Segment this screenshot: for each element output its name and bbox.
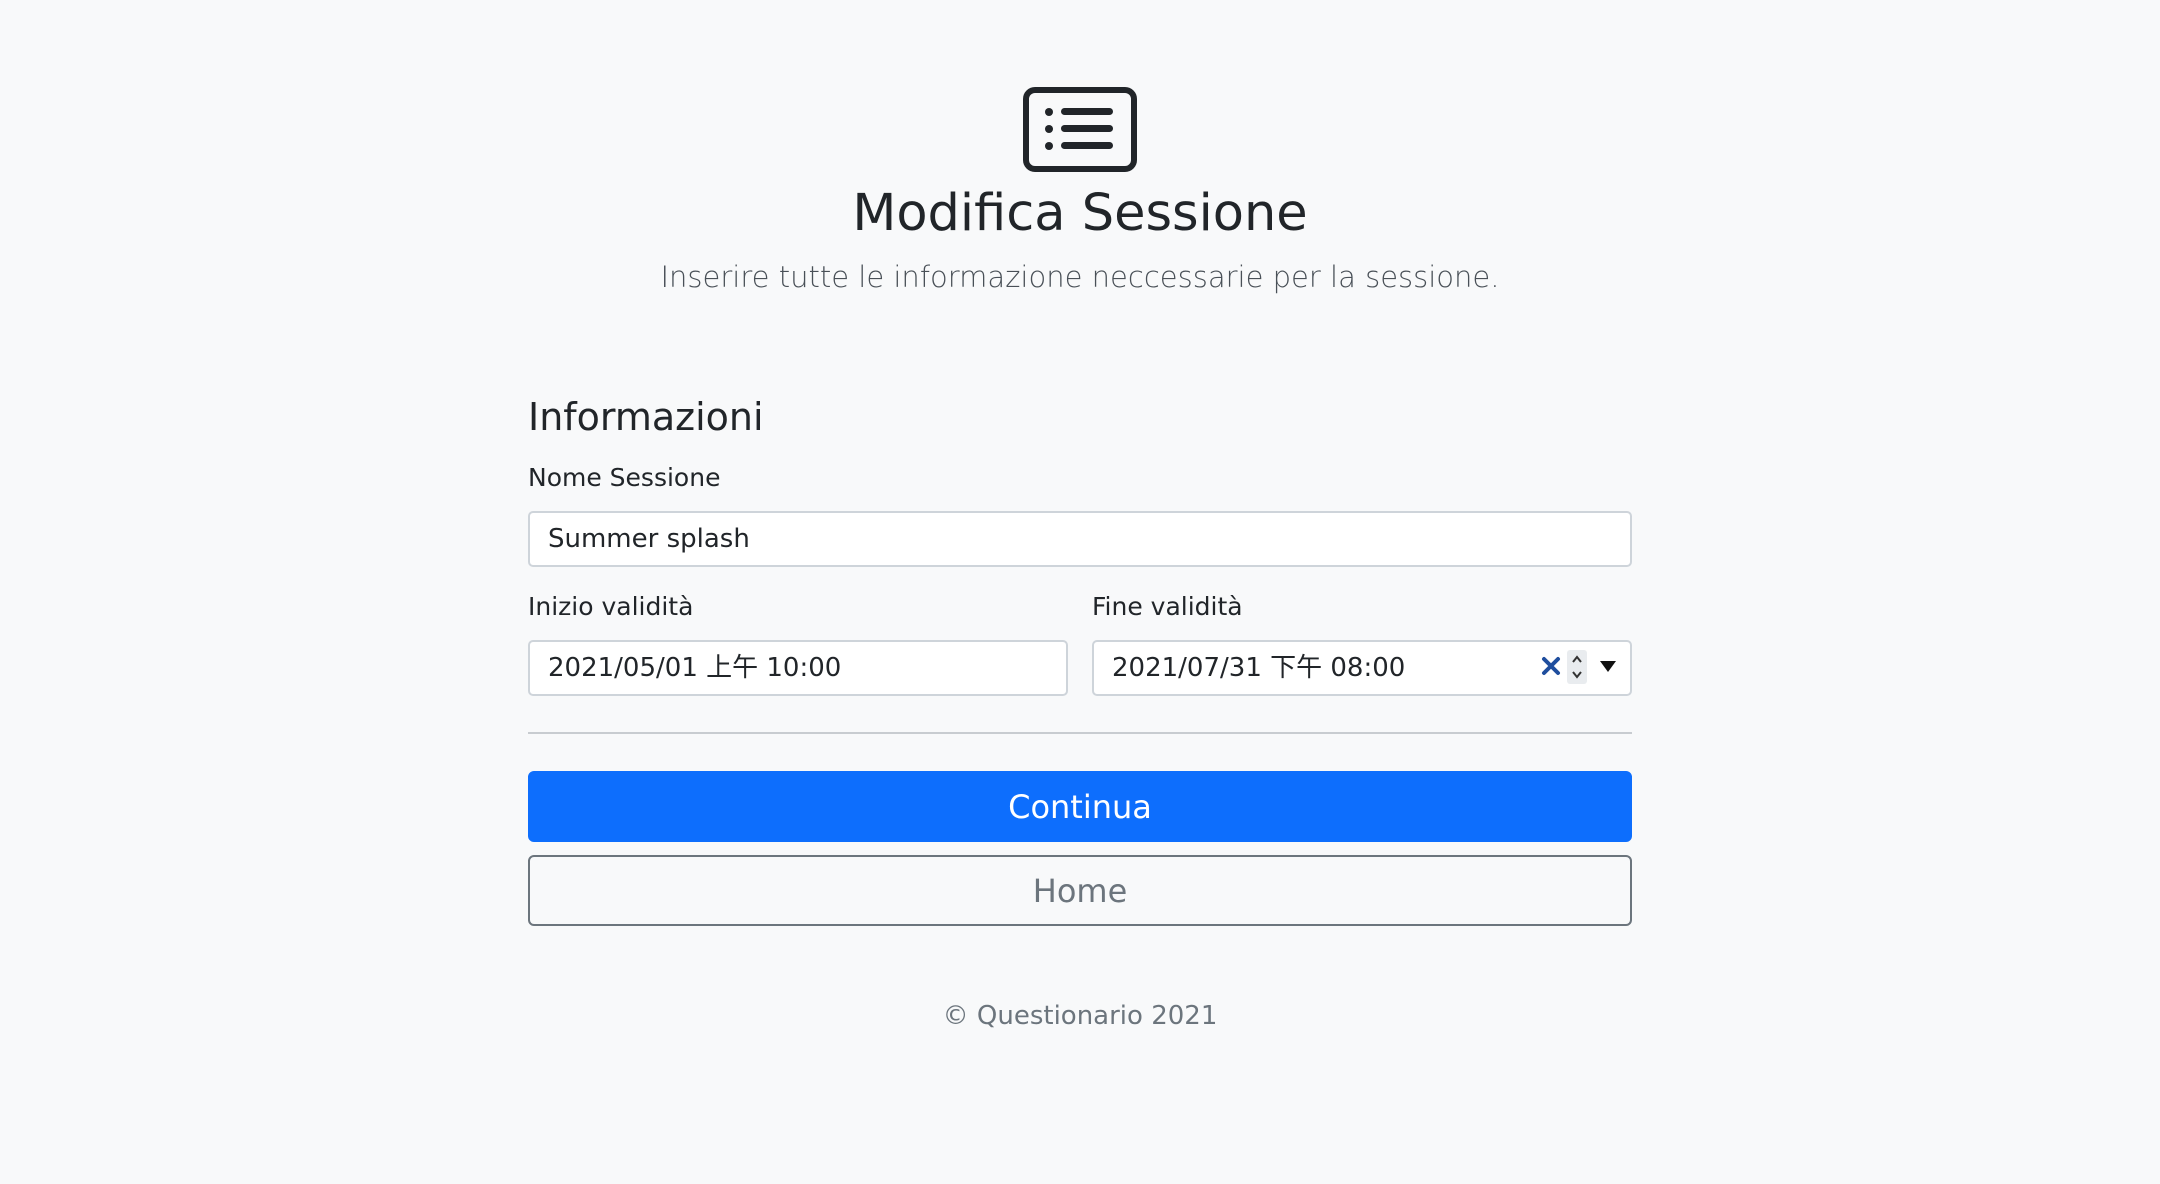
home-button[interactable]: Home [528, 855, 1632, 926]
page: Modifica Sessione Inserire tutte le info… [0, 0, 2160, 1184]
form-divider [528, 732, 1632, 734]
list-card-icon [1023, 87, 1137, 172]
page-subtitle: Inserire tutte le informazione neccessar… [660, 260, 1500, 294]
form-actions: Continua Home [528, 392, 1632, 992]
footer-copyright: © Questionario 2021 [942, 1001, 1218, 1031]
page-title: Modifica Sessione [852, 184, 1308, 243]
continue-button[interactable]: Continua [528, 771, 1632, 842]
